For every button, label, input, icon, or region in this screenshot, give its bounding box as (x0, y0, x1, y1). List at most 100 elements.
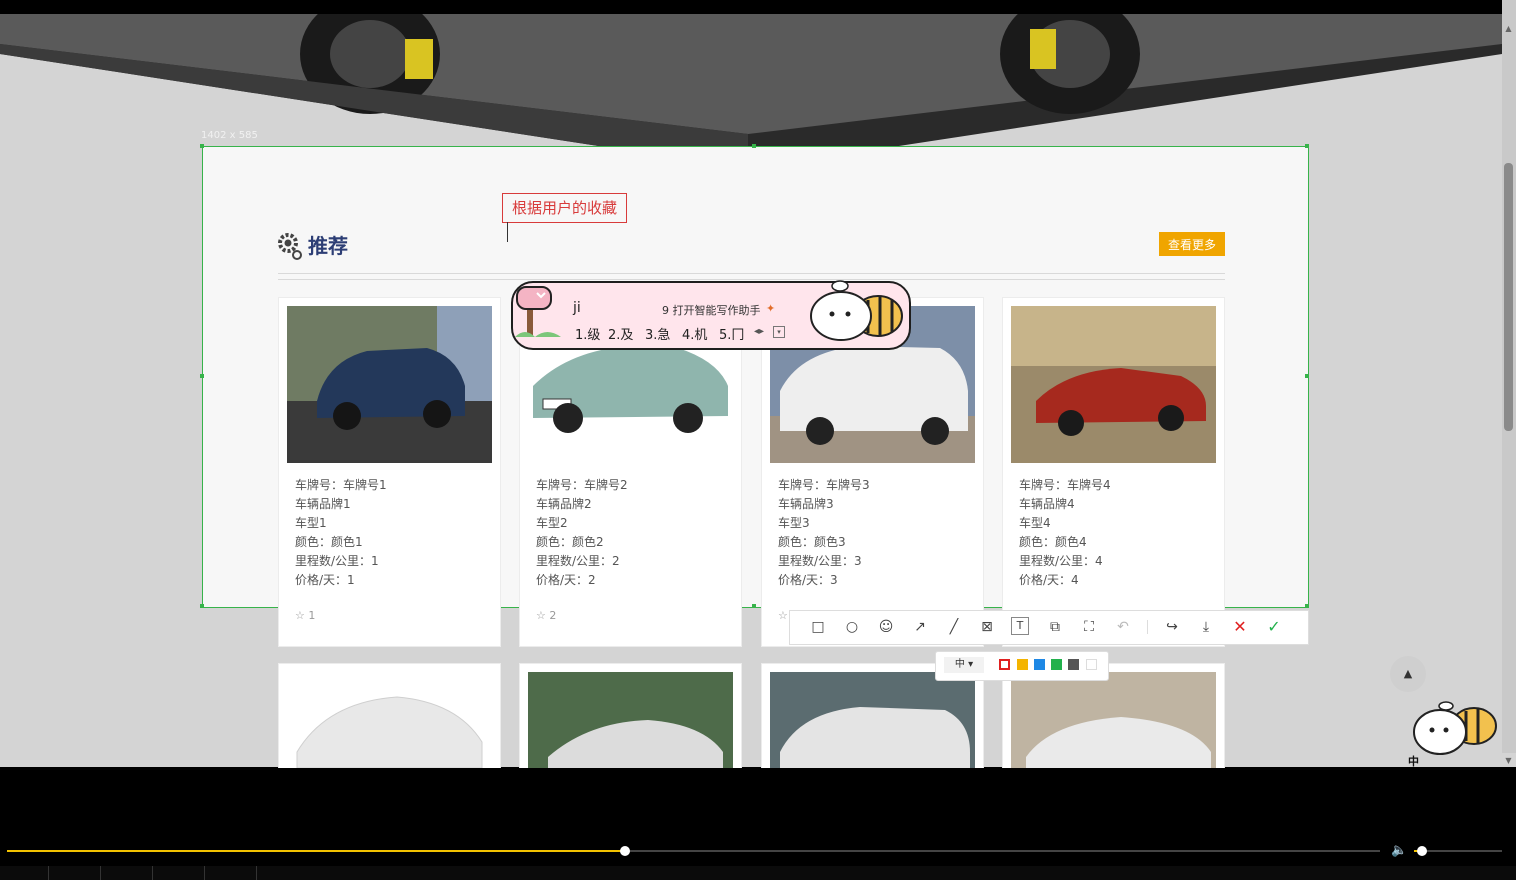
car-card[interactable]: 车牌号：车牌号1 车辆品牌1 车型1 颜色：颜色1 里程数/公里：1 价格/天：… (278, 297, 501, 647)
car-brand: 车辆品牌4 (1019, 497, 1075, 511)
view-more-button[interactable]: 查看更多 (1159, 232, 1225, 256)
car-plate: 车牌号：车牌号2 (536, 478, 628, 492)
arrow-icon[interactable]: ↗ (910, 617, 930, 637)
ime-candidate[interactable]: 2.及 (608, 324, 633, 343)
car-model: 车型2 (536, 516, 568, 530)
seek-handle[interactable] (620, 846, 630, 856)
car-color: 颜色：颜色2 (536, 535, 604, 549)
ime-candidate[interactable]: 4.机 (682, 324, 707, 343)
resize-handle[interactable] (200, 144, 204, 148)
car-card[interactable]: 车牌号：车牌号4 车辆品牌4 车型4 颜色：颜色4 里程数/公里：4 价格/天：… (1002, 297, 1225, 647)
mosaic-icon[interactable]: ⊠ (977, 617, 997, 637)
gear-icon (278, 233, 302, 260)
ime-writing-assistant-link[interactable]: 9 打开智能写作助手 (662, 302, 761, 318)
text-icon[interactable]: T (1011, 617, 1029, 635)
resize-handle[interactable] (1305, 604, 1309, 608)
car-model: 车型4 (1019, 516, 1051, 530)
resize-handle[interactable] (200, 604, 204, 608)
car-price: 价格/天：2 (536, 573, 596, 587)
text-caret (507, 222, 508, 242)
resize-handle[interactable] (752, 144, 756, 148)
color-swatch-white[interactable] (1086, 659, 1097, 670)
resize-handle[interactable] (200, 374, 204, 378)
resize-handle[interactable] (1305, 374, 1309, 378)
favorite-control[interactable]: ☆ (778, 609, 788, 622)
toolbar-separator (1147, 620, 1148, 634)
annotation-text-box[interactable]: 根据用户的收藏 (502, 193, 627, 223)
ime-candidate[interactable]: 3.急 (645, 324, 670, 343)
car-photo (287, 672, 492, 768)
color-swatch-red[interactable] (999, 659, 1010, 670)
ime-mode-indicator[interactable]: 中 (1408, 753, 1419, 769)
strip-separator (152, 866, 153, 880)
seek-bar-progress (7, 850, 625, 852)
close-icon[interactable]: ✕ (1230, 617, 1250, 637)
car-photo (1011, 306, 1216, 463)
ime-candidate[interactable]: 1.级 (575, 324, 600, 343)
resize-handle[interactable] (752, 604, 756, 608)
emoji-icon[interactable]: ☺ (876, 617, 896, 637)
strip-separator (256, 866, 257, 880)
car-mileage: 里程数/公里：3 (778, 554, 862, 568)
color-swatch-green[interactable] (1051, 659, 1062, 670)
car-info: 车牌号：车牌号1 车辆品牌1 车型1 颜色：颜色1 里程数/公里：1 价格/天：… (295, 476, 387, 590)
layers-icon[interactable]: ⧉ (1045, 617, 1065, 637)
color-swatch-blue[interactable] (1034, 659, 1045, 670)
volume-icon[interactable]: 🔈 (1391, 843, 1407, 858)
color-swatch-yellow[interactable] (1017, 659, 1028, 670)
car-plate: 车牌号：车牌号1 (295, 478, 387, 492)
caret-up-icon: ▲ (1403, 667, 1413, 680)
ocr-icon[interactable]: ⛶ (1079, 617, 1099, 637)
volume-slider[interactable] (1414, 850, 1502, 852)
strip-separator (100, 866, 101, 880)
car-color: 颜色：颜色1 (295, 535, 363, 549)
car-card[interactable] (519, 663, 742, 768)
ime-candidate[interactable]: 5.冂 (719, 324, 744, 343)
star-icon[interactable]: ☆ (778, 609, 788, 622)
favorite-control[interactable]: ☆ 1 (295, 609, 315, 622)
ime-composition-text: ji (573, 300, 581, 316)
ellipse-icon[interactable]: ○ (842, 617, 862, 637)
car-price: 价格/天：4 (1019, 573, 1079, 587)
car-plate: 车牌号：车牌号4 (1019, 478, 1111, 492)
pen-icon[interactable]: ╱ (944, 617, 964, 637)
car-photo (1011, 672, 1216, 768)
car-mileage: 里程数/公里：1 (295, 554, 379, 568)
star-icon[interactable]: ☆ (295, 609, 305, 622)
car-info: 车牌号：车牌号4 车辆品牌4 车型4 颜色：颜色4 里程数/公里：4 价格/天：… (1019, 476, 1111, 590)
bee-mascot-icon (1413, 701, 1497, 755)
car-plate: 车牌号：车牌号3 (778, 478, 870, 492)
car-color: 颜色：颜色3 (778, 535, 846, 549)
car-mileage: 里程数/公里：2 (536, 554, 620, 568)
font-size-select[interactable]: 中 ▾ (944, 657, 984, 673)
car-photo (287, 306, 492, 463)
car-card[interactable] (278, 663, 501, 768)
car-brand: 车辆品牌3 (778, 497, 834, 511)
expand-candidates-icon[interactable]: ▾ (773, 326, 785, 338)
save-icon[interactable]: ⤓ (1196, 617, 1216, 637)
section-title: 推荐 (308, 234, 348, 258)
undo-icon[interactable]: ↶ (1113, 617, 1133, 637)
selection-size-label: 1402 x 585 (201, 130, 258, 141)
favorite-control[interactable]: ☆ 2 (536, 609, 556, 622)
back-to-top-button[interactable]: ▲ (1390, 656, 1426, 692)
candidate-page-arrows-icon[interactable]: ◂▸ (754, 326, 764, 337)
favorite-count: 1 (308, 609, 316, 622)
car-brand: 车辆品牌2 (536, 497, 592, 511)
scrollbar-thumb[interactable] (1504, 163, 1513, 431)
color-swatch-gray[interactable] (1068, 659, 1079, 670)
volume-handle[interactable] (1417, 846, 1427, 856)
scroll-up-icon[interactable]: ▲ (1504, 24, 1513, 33)
confirm-icon[interactable]: ✓ (1264, 617, 1284, 637)
mailbox-icon (515, 286, 561, 337)
strip-separator (48, 866, 49, 880)
strip-separator (204, 866, 205, 880)
rectangle-icon[interactable]: □ (808, 617, 828, 637)
resize-handle[interactable] (1305, 144, 1309, 148)
scroll-down-icon[interactable]: ▼ (1504, 756, 1513, 765)
bottom-strip (0, 866, 1516, 880)
star-icon[interactable]: ☆ (536, 609, 546, 622)
bee-mascot-icon (810, 280, 903, 341)
font-size-value: 中 (954, 659, 965, 670)
share-icon[interactable]: ↪ (1162, 617, 1182, 637)
